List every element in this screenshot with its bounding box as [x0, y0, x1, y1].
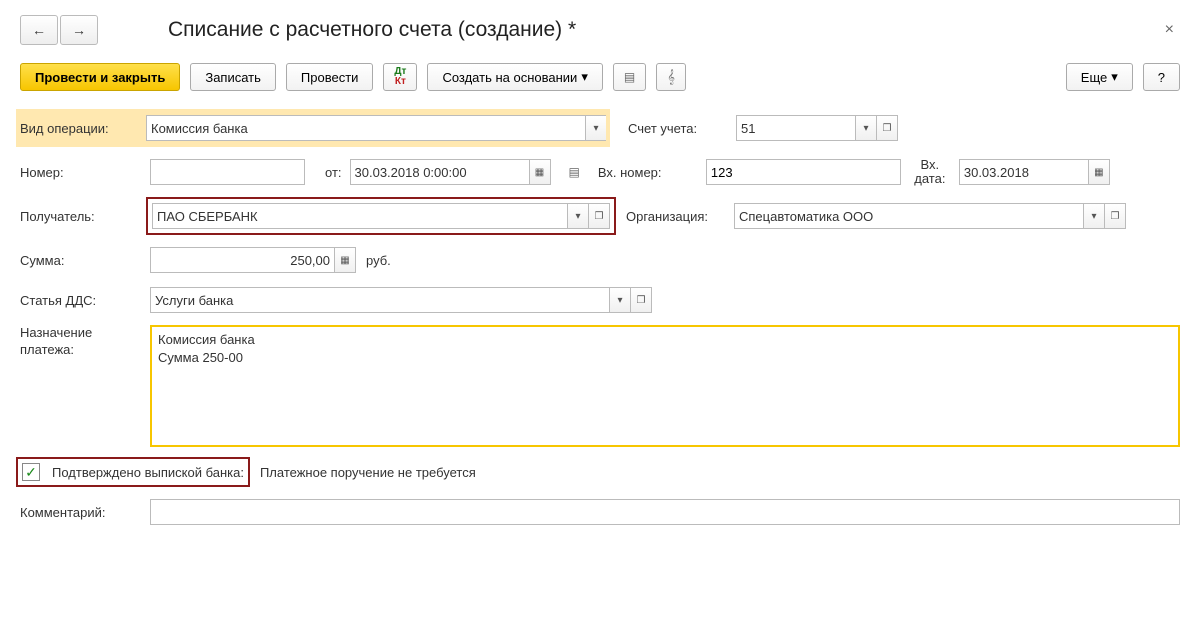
arrow-left-icon: ←	[32, 22, 46, 38]
in-number-input[interactable]	[706, 159, 901, 185]
attach-button[interactable]: 𝄞	[656, 63, 686, 91]
nav-forward-button[interactable]: →	[60, 15, 98, 45]
dds-label: Статья ДДС:	[20, 293, 140, 308]
op-type-combo[interactable]: Комиссия банка ▾	[146, 115, 606, 141]
sum-combo[interactable]: 250,00 ▦	[150, 247, 356, 273]
chevron-down-icon[interactable]: ▾	[567, 203, 588, 229]
nav-back-button[interactable]: ←	[20, 15, 58, 45]
help-button[interactable]: ?	[1143, 63, 1180, 91]
number-input[interactable]	[150, 159, 305, 185]
calendar-icon[interactable]: ▦	[529, 159, 551, 185]
chevron-down-icon: ▾	[581, 69, 588, 85]
chevron-down-icon[interactable]: ▾	[609, 287, 630, 313]
date-combo[interactable]: 30.03.2018 0:00:00 ▦	[350, 159, 551, 185]
document-icon: ▤	[624, 70, 635, 84]
op-type-input[interactable]: Комиссия банка	[146, 115, 585, 141]
post-button[interactable]: Провести	[286, 63, 374, 91]
chevron-down-icon[interactable]: ▾	[855, 115, 876, 141]
org-input[interactable]: Спецавтоматика ООО	[734, 203, 1083, 229]
account-input[interactable]: 51	[736, 115, 855, 141]
dds-combo[interactable]: Услуги банка ▾ ❐	[150, 287, 652, 313]
calculator-icon[interactable]: ▦	[334, 247, 356, 273]
comment-label: Комментарий:	[20, 505, 140, 520]
org-combo[interactable]: Спецавтоматика ООО ▾ ❐	[734, 203, 1126, 229]
chevron-down-icon: ▾	[1111, 69, 1118, 85]
purpose-label: Назначение платежа:	[20, 325, 140, 359]
account-label: Счет учета:	[628, 121, 728, 136]
dds-input[interactable]: Услуги банка	[150, 287, 609, 313]
create-based-on-button[interactable]: Создать на основании ▾	[427, 63, 602, 91]
in-number-label: Вх. номер:	[598, 165, 698, 180]
chevron-down-icon[interactable]: ▾	[585, 115, 606, 141]
in-date-combo[interactable]: 30.03.2018 ▦	[959, 159, 1110, 185]
recipient-label: Получатель:	[20, 209, 140, 224]
more-button[interactable]: Еще ▾	[1066, 63, 1133, 91]
close-button[interactable]: ×	[1159, 21, 1180, 39]
in-date-label: Вх. дата:	[909, 158, 951, 187]
from-label: от:	[325, 165, 342, 180]
calendar-icon[interactable]: ▦	[1088, 159, 1110, 185]
purpose-textarea[interactable]: Комиссия банка Сумма 250-00	[150, 325, 1180, 447]
org-label: Организация:	[626, 209, 726, 224]
confirmed-label: Подтверждено выпиской банка:	[52, 465, 244, 480]
open-ext-icon[interactable]: ❐	[876, 115, 898, 141]
report-button[interactable]: ▤	[613, 63, 646, 91]
post-and-close-button[interactable]: Провести и закрыть	[20, 63, 180, 91]
recipient-combo[interactable]: ПАО СБЕРБАНК ▾ ❐	[152, 203, 610, 229]
op-type-label: Вид операции:	[20, 121, 146, 136]
page-link-icon[interactable]: ▤	[569, 165, 580, 179]
chevron-down-icon[interactable]: ▾	[1083, 203, 1104, 229]
confirmed-checkbox[interactable]: ✓	[22, 463, 40, 481]
dtkt-button[interactable]: ДтКт	[383, 63, 417, 91]
dtkt-icon: ДтКт	[394, 67, 406, 87]
recipient-input[interactable]: ПАО СБЕРБАНК	[152, 203, 567, 229]
clip-icon: 𝄞	[667, 69, 675, 85]
page-title: Списание с расчетного счета (создание) *	[168, 18, 576, 42]
account-combo[interactable]: 51 ▾ ❐	[736, 115, 898, 141]
sum-label: Сумма:	[20, 253, 140, 268]
sum-input[interactable]: 250,00	[150, 247, 334, 273]
in-date-input[interactable]: 30.03.2018	[959, 159, 1088, 185]
arrow-right-icon: →	[72, 22, 86, 38]
number-label: Номер:	[20, 165, 140, 180]
open-ext-icon[interactable]: ❐	[1104, 203, 1126, 229]
open-ext-icon[interactable]: ❐	[588, 203, 610, 229]
currency-label: руб.	[366, 253, 391, 268]
comment-input[interactable]	[150, 499, 1180, 525]
write-button[interactable]: Записать	[190, 63, 276, 91]
open-ext-icon[interactable]: ❐	[630, 287, 652, 313]
po-note-text: Платежное поручение не требуется	[260, 465, 476, 480]
date-input[interactable]: 30.03.2018 0:00:00	[350, 159, 529, 185]
